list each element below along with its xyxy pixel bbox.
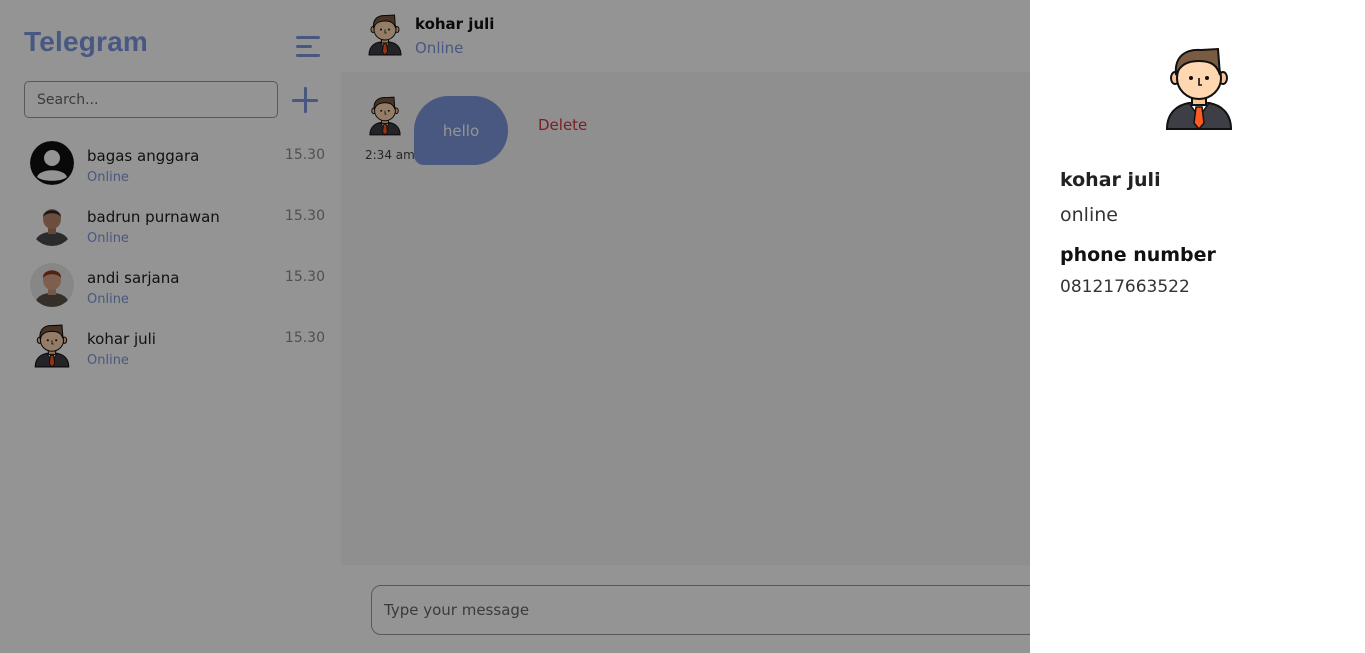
profile-name: kohar juli (1060, 169, 1161, 191)
phone-number-value: 081217663522 (1060, 277, 1190, 297)
profile-status: online (1060, 204, 1118, 226)
profile-avatar-icon (1163, 47, 1235, 131)
profile-drawer: kohar juli online phone number 081217663… (1030, 0, 1365, 653)
phone-number-label: phone number (1060, 244, 1216, 266)
